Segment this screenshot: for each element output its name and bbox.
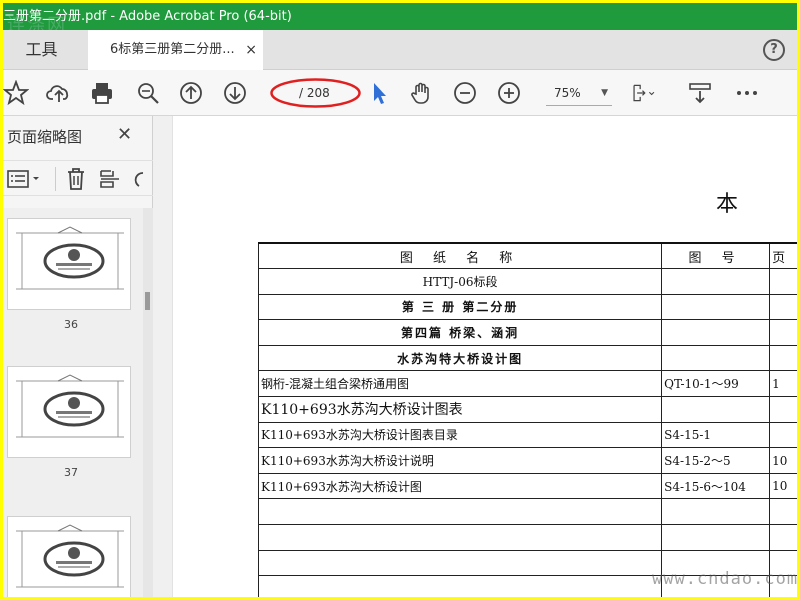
table-cell bbox=[257, 575, 663, 597]
help-icon[interactable]: ? bbox=[763, 39, 785, 61]
page-total: / 208 bbox=[299, 86, 330, 100]
table-row: HTTJ-06标段 bbox=[257, 268, 797, 295]
contents-table: 图 纸 名 称 图 号 页 HTTJ-06标段 第 三 册 第二分册 第四篇 桥… bbox=[257, 242, 797, 597]
zoom-value: 75% bbox=[554, 86, 581, 100]
table-row: K110+693水苏沟大桥设计图表 bbox=[257, 396, 797, 423]
thumbnail-list: 36 37 bbox=[3, 208, 143, 597]
table-header-cell: 页 bbox=[769, 242, 797, 270]
rotate-page-icon[interactable] bbox=[99, 167, 123, 191]
zoom-out-icon[interactable] bbox=[452, 80, 478, 106]
table-cell bbox=[769, 421, 797, 449]
table-cell bbox=[769, 498, 797, 526]
table-row bbox=[257, 498, 797, 526]
star-icon[interactable] bbox=[3, 79, 30, 106]
document-view[interactable]: 本 图 纸 名 称 图 号 页 HTTJ-06标段 第 三 册 第二分册 第四篇… bbox=[153, 116, 797, 597]
tab-document-label: 6标第三册第二分册... bbox=[110, 42, 235, 57]
page-gutter bbox=[153, 116, 173, 597]
table-cell: 1 bbox=[769, 370, 797, 398]
zoom-search-icon[interactable] bbox=[135, 80, 161, 106]
page-thumbnail[interactable] bbox=[7, 366, 131, 458]
select-cursor-icon[interactable] bbox=[366, 80, 392, 106]
scroll-mode-icon[interactable] bbox=[687, 80, 713, 106]
table-cell bbox=[257, 549, 663, 577]
table-cell bbox=[661, 344, 771, 372]
table-row: 水苏沟特大桥设计图 bbox=[257, 344, 797, 372]
table-cell: 10 bbox=[769, 447, 797, 474]
table-cell: K110+693水苏沟大桥设计图表 bbox=[257, 396, 663, 423]
page-down-icon[interactable] bbox=[222, 80, 248, 106]
table-cell bbox=[769, 396, 797, 423]
fit-page-icon[interactable] bbox=[631, 80, 665, 106]
close-panel-icon[interactable]: ✕ bbox=[117, 124, 132, 145]
thumbnail-options-icon[interactable] bbox=[7, 169, 43, 189]
table-cell: QT-10-1～99 bbox=[661, 370, 771, 398]
printer-icon[interactable] bbox=[89, 80, 115, 106]
more-icon[interactable] bbox=[734, 80, 760, 106]
tab-tools[interactable]: 工具 bbox=[3, 30, 80, 70]
chevron-down-icon: ▼ bbox=[601, 88, 608, 98]
table-cell bbox=[769, 268, 797, 295]
table-header-cell: 图 号 bbox=[661, 242, 771, 270]
table-row: K110+693水苏沟大桥设计图表目录 S4-15-1 bbox=[257, 421, 797, 449]
table-header-cell: 图 纸 名 称 bbox=[257, 242, 663, 270]
tab-bar: 工具 6标第三册第二分册... × ? bbox=[3, 30, 797, 71]
toolbar: / 208 75% ▼ bbox=[3, 70, 797, 116]
window-title-bar: 三册第二分册.pdf - Adobe Acrobat Pro (64-bit) bbox=[3, 3, 797, 30]
table-cell bbox=[661, 524, 771, 551]
table-row bbox=[257, 524, 797, 551]
document-heading: 本 bbox=[716, 192, 739, 217]
table-cell bbox=[661, 319, 771, 346]
table-cell bbox=[257, 524, 663, 551]
watermark-bottom: www.cndao.com bbox=[652, 569, 797, 589]
table-row: 第四篇 桥梁、涵洞 bbox=[257, 319, 797, 346]
table-cell bbox=[661, 268, 771, 295]
divider bbox=[55, 167, 56, 191]
table-row: 钢桁-混凝土组合梁桥通用图 QT-10-1～99 1 bbox=[257, 370, 797, 398]
table-cell bbox=[769, 524, 797, 551]
thumbnail-panel: 页面缩略图 ✕ 36 37 bbox=[3, 116, 153, 597]
thumbnail-page-number: 37 bbox=[64, 466, 78, 479]
scrollbar-thumb[interactable] bbox=[145, 292, 150, 310]
thumbnail-scrollbar[interactable] bbox=[143, 208, 153, 597]
table-cell bbox=[661, 293, 771, 321]
rotate-icon[interactable] bbox=[133, 169, 145, 189]
table-row: K110+693水苏沟大桥设计图 S4-15-6～104 10 bbox=[257, 472, 797, 500]
zoom-in-icon[interactable] bbox=[496, 80, 522, 106]
table-cell: HTTJ-06标段 bbox=[257, 268, 663, 295]
page-thumbnail[interactable] bbox=[7, 218, 131, 310]
table-cell: 第四篇 桥梁、涵洞 bbox=[257, 319, 663, 346]
table-cell: S4-15-1 bbox=[661, 421, 771, 449]
table-cell: 水苏沟特大桥设计图 bbox=[257, 344, 663, 372]
table-row: K110+693水苏沟大桥设计说明 S4-15-2～5 10 bbox=[257, 447, 797, 474]
table-cell: 钢桁-混凝土组合梁桥通用图 bbox=[257, 370, 663, 398]
table-cell: K110+693水苏沟大桥设计图表目录 bbox=[257, 421, 663, 449]
panel-toolbar bbox=[3, 160, 153, 196]
page-thumbnail[interactable] bbox=[7, 516, 131, 597]
trash-icon[interactable] bbox=[65, 167, 87, 191]
tab-document[interactable]: 6标第三册第二分册... × bbox=[88, 30, 263, 71]
zoom-select[interactable]: 75% ▼ bbox=[546, 82, 612, 106]
table-row: 第 三 册 第二分册 bbox=[257, 293, 797, 321]
table-cell bbox=[257, 498, 663, 526]
table-cell: 10 bbox=[769, 472, 797, 500]
close-tab-icon[interactable]: × bbox=[245, 30, 257, 70]
table-cell: K110+693水苏沟大桥设计图 bbox=[257, 472, 663, 500]
table-cell: K110+693水苏沟大桥设计说明 bbox=[257, 447, 663, 474]
table-cell: 第 三 册 第二分册 bbox=[257, 293, 663, 321]
page-up-icon[interactable] bbox=[178, 80, 204, 106]
thumbnail-page-number: 36 bbox=[64, 318, 78, 331]
table-cell: S4-15-6～104 bbox=[661, 472, 771, 500]
hand-tool-icon[interactable] bbox=[408, 80, 434, 106]
table-cell bbox=[661, 396, 771, 423]
table-cell: S4-15-2～5 bbox=[661, 447, 771, 474]
table-cell bbox=[769, 344, 797, 372]
table-header-row: 图 纸 名 称 图 号 页 bbox=[257, 242, 797, 270]
acrobat-window: 三册第二分册.pdf - Adobe Acrobat Pro (64-bit) … bbox=[3, 3, 797, 597]
cloud-upload-icon[interactable] bbox=[46, 80, 72, 106]
table-cell bbox=[769, 319, 797, 346]
table-cell bbox=[769, 293, 797, 321]
table-cell bbox=[661, 498, 771, 526]
page-number-field[interactable]: / 208 bbox=[281, 80, 353, 106]
panel-title: 页面缩略图 bbox=[7, 128, 83, 146]
